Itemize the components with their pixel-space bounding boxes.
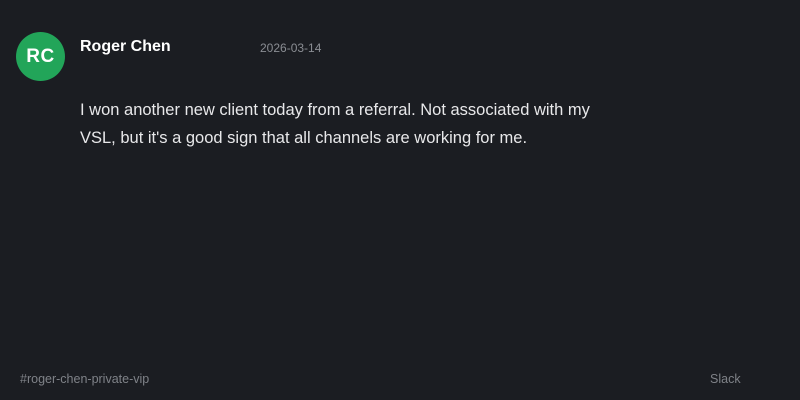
author-name[interactable]: Roger Chen [80, 38, 171, 56]
avatar[interactable]: RC [16, 32, 65, 81]
channel-name[interactable]: #roger-chen-private-vip [20, 372, 149, 386]
message-timestamp: 2026-03-14 [260, 41, 322, 55]
message-text: I won another new client today from a re… [80, 101, 590, 147]
source-label: Slack [710, 372, 741, 386]
